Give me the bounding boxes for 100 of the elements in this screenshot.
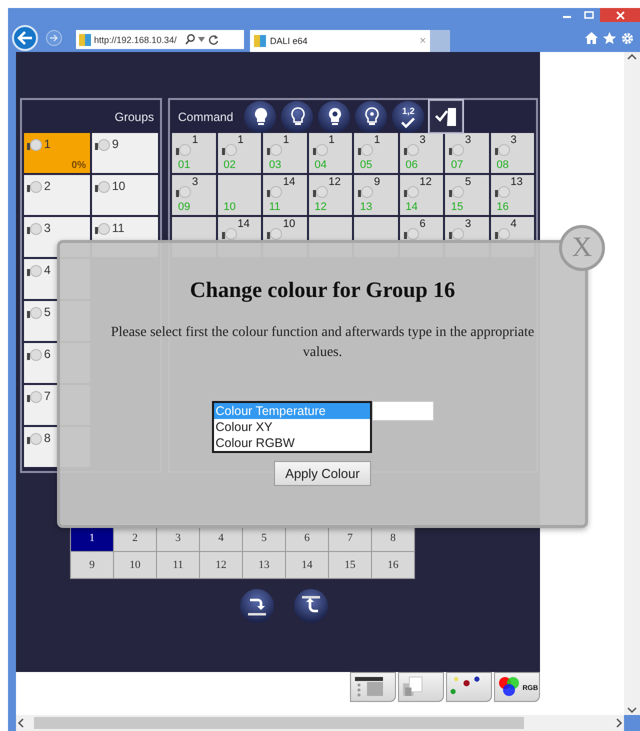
arrow-right-icon — [49, 34, 59, 42]
scene-cell[interactable]: 10 — [114, 552, 156, 578]
device-cell[interactable]: 3 07 — [445, 133, 488, 173]
device-address: 02 — [224, 159, 237, 171]
scene-cell[interactable]: 12 — [200, 552, 242, 578]
group-cell[interactable]: 1 0% — [24, 133, 90, 173]
device-cell[interactable]: 13 16 — [490, 175, 534, 215]
scroll-up-icon[interactable] — [627, 52, 637, 60]
address-field[interactable]: http://192.168.10.34/ — [76, 30, 244, 49]
group-number: 5 — [44, 305, 51, 319]
device-group: 14 — [238, 218, 250, 230]
table-icon — [354, 676, 384, 697]
device-cell[interactable]: 12 14 — [400, 175, 443, 215]
scrollbar-thumb[interactable] — [34, 717, 524, 729]
forward-button[interactable] — [46, 30, 62, 46]
group-cell[interactable]: 10 — [92, 175, 158, 215]
back-button[interactable] — [12, 25, 38, 51]
command-button[interactable] — [281, 100, 314, 132]
colour-circles-icon — [498, 676, 519, 697]
device-cell[interactable]: 5 15 — [445, 175, 488, 215]
device-address: 04 — [314, 159, 328, 171]
device-cell[interactable]: 3 08 — [490, 133, 534, 173]
tab-title: DALI e64 — [270, 36, 309, 46]
horizontal-scrollbar[interactable] — [16, 715, 624, 731]
device-group: 12 — [328, 176, 341, 188]
scene-cell[interactable]: 9 — [71, 552, 113, 578]
dialog-title: Change colour for Group 16 — [190, 277, 456, 303]
device-address: 10 — [224, 201, 237, 213]
group-number: 10 — [112, 179, 126, 193]
command-button[interactable] — [318, 100, 350, 132]
browser-tab[interactable]: DALI e64 × — [250, 30, 430, 52]
device-group: 3 — [465, 134, 472, 146]
lamp-icon — [95, 221, 111, 235]
recall-button[interactable] — [294, 589, 328, 623]
value-field[interactable] — [372, 401, 434, 421]
device-cell[interactable]: 1 05 — [354, 133, 398, 173]
group-number: 11 — [112, 221, 124, 235]
settings-icon[interactable] — [621, 32, 634, 45]
command-button[interactable] — [355, 100, 388, 132]
panel-title: Groups — [114, 110, 154, 124]
device-cell[interactable]: 3 06 — [400, 133, 443, 173]
command-button[interactable]: 1,2 — [392, 100, 424, 132]
scroll-down-icon[interactable] — [627, 707, 637, 715]
lamp-icon — [27, 305, 43, 319]
lamp-icon — [27, 389, 43, 403]
lamp-icon — [27, 431, 43, 445]
scene-cell[interactable]: 14 — [286, 552, 328, 578]
apply-colour-button[interactable]: Apply Colour — [274, 461, 371, 486]
device-address: 15 — [451, 201, 464, 213]
device-address: 12 — [314, 201, 328, 213]
scene-cell[interactable]: 11 — [157, 552, 199, 578]
device-cell[interactable]: 1 04 — [308, 133, 352, 173]
search-icon[interactable] — [185, 34, 195, 45]
window-close-button[interactable] — [600, 8, 640, 22]
device-cell[interactable]: 1 02 — [218, 133, 261, 173]
star-icon[interactable] — [603, 32, 616, 44]
device-cell[interactable]: 14 11 — [263, 175, 306, 215]
lamp-icon — [27, 347, 43, 361]
device-cell[interactable]: 9 13 — [354, 175, 398, 215]
command-button[interactable] — [429, 100, 464, 133]
device-address: 01 — [178, 159, 192, 171]
group-number: 1 — [44, 137, 51, 151]
device-group: 12 — [420, 176, 432, 188]
group-cell[interactable]: 9 — [92, 133, 158, 173]
colour-function-list[interactable]: Colour Temperature Colour XY Colour RGBW — [212, 401, 372, 453]
lamp-icon — [27, 137, 43, 151]
list-option[interactable]: Colour RGBW — [214, 435, 370, 451]
device-group: 6 — [420, 218, 426, 230]
device-group: 14 — [283, 176, 296, 188]
refresh-icon[interactable] — [208, 34, 219, 45]
device-group: 1 — [192, 134, 198, 146]
page-tab[interactable] — [350, 672, 396, 702]
group-cell[interactable]: 2 — [24, 175, 90, 215]
close-icon — [616, 10, 624, 20]
vertical-scrollbar[interactable] — [624, 52, 640, 715]
scene-cell[interactable]: 13 — [243, 552, 285, 578]
store-button[interactable] — [240, 589, 274, 623]
dots-icon — [450, 676, 480, 697]
device-cell[interactable]: 1 03 — [263, 133, 306, 173]
device-cell[interactable]: 12 12 — [308, 175, 352, 215]
lamp-icon — [95, 179, 111, 193]
scroll-left-icon[interactable] — [16, 718, 26, 728]
device-address: 03 — [269, 159, 282, 171]
page-tab[interactable] — [446, 672, 492, 702]
dropdown-icon[interactable] — [198, 37, 205, 42]
device-cell[interactable]: 1 01 — [172, 133, 216, 173]
device-group: 9 — [374, 176, 380, 188]
check-icon — [401, 116, 416, 128]
arrow-left-icon — [17, 31, 33, 45]
list-option[interactable]: Colour XY — [214, 419, 370, 435]
home-icon[interactable] — [585, 32, 598, 44]
device-cell[interactable]: 3 09 — [172, 175, 216, 215]
site-icon — [79, 34, 91, 46]
device-group: 13 — [510, 176, 523, 188]
device-group: 3 — [192, 176, 198, 188]
scene-cell[interactable]: 15 — [329, 552, 371, 578]
device-address: 16 — [496, 201, 510, 213]
scroll-right-icon[interactable] — [614, 718, 624, 728]
scene-cell[interactable]: 16 — [372, 552, 414, 578]
command-button[interactable] — [244, 100, 276, 132]
